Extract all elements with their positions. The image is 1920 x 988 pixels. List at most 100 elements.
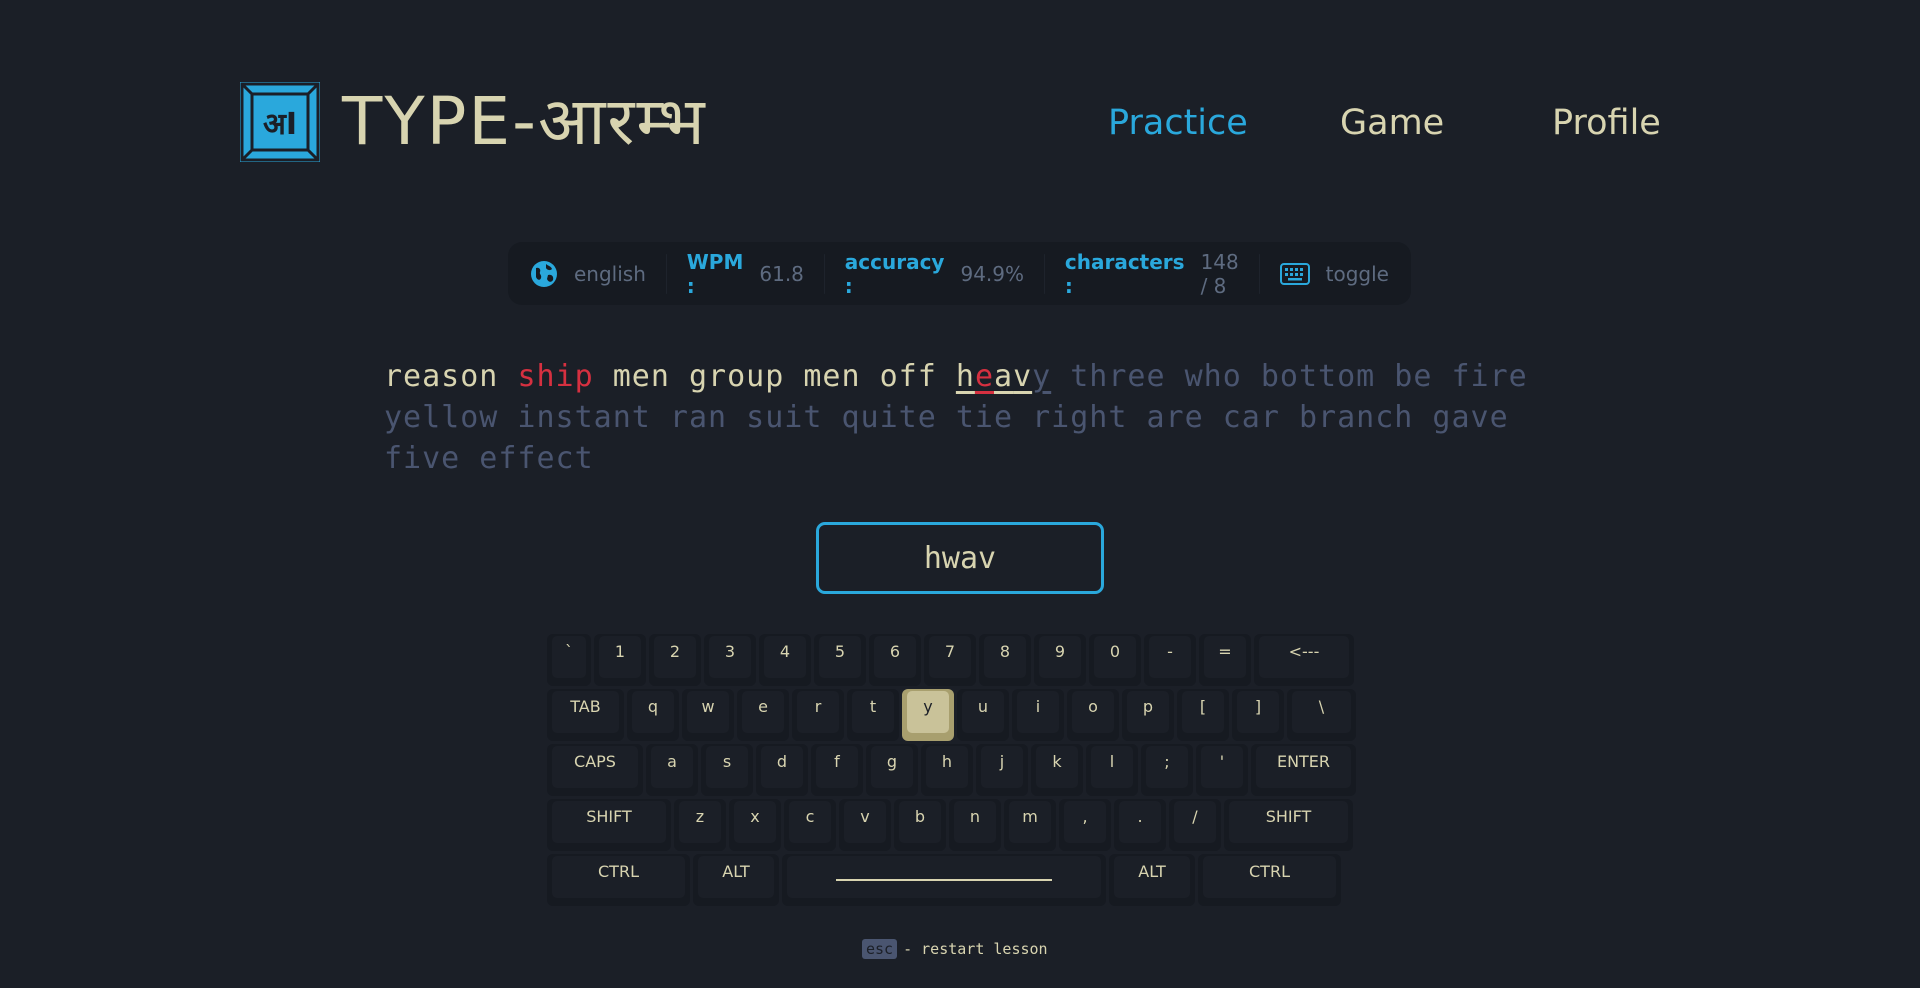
key-symbol[interactable]: - bbox=[1144, 634, 1196, 686]
restart-hint-text: - restart lesson bbox=[903, 940, 1048, 958]
key-s[interactable]: s bbox=[701, 744, 753, 796]
key-p[interactable]: p bbox=[1122, 689, 1174, 741]
key-y[interactable]: y bbox=[902, 689, 954, 741]
nav-practice[interactable]: Practice bbox=[1108, 98, 1248, 148]
key-z[interactable]: z bbox=[674, 799, 726, 851]
key-e[interactable]: e bbox=[737, 689, 789, 741]
key-label: CTRL bbox=[1249, 862, 1290, 881]
typing-input[interactable] bbox=[816, 522, 1104, 594]
key-ctrl[interactable]: CTRL bbox=[1198, 854, 1341, 906]
key-label: t bbox=[869, 697, 877, 716]
key-7[interactable]: 7 bbox=[924, 634, 976, 686]
accuracy-label: accuracy : bbox=[844, 249, 945, 298]
key-shift[interactable]: SHIFT bbox=[547, 799, 671, 851]
key-4[interactable]: 4 bbox=[759, 634, 811, 686]
key-label: ENTER bbox=[1276, 752, 1331, 771]
key-ctrl[interactable]: CTRL bbox=[547, 854, 690, 906]
key-alt[interactable]: ALT bbox=[1109, 854, 1195, 906]
key-9[interactable]: 9 bbox=[1034, 634, 1086, 686]
logo[interactable]: अI bbox=[240, 82, 320, 162]
key-symbol[interactable]: <--- bbox=[1254, 634, 1354, 686]
nav-game[interactable]: Game bbox=[1340, 98, 1444, 148]
key-tab[interactable]: TAB bbox=[547, 689, 624, 741]
app-title[interactable]: TYPE-आरम्भ bbox=[342, 80, 707, 164]
key-m[interactable]: m bbox=[1004, 799, 1056, 851]
key-label: 3 bbox=[724, 642, 736, 661]
key-symbol[interactable]: ] bbox=[1232, 689, 1284, 741]
keyboard-toggle[interactable]: toggle bbox=[1260, 242, 1389, 305]
key-t[interactable]: t bbox=[847, 689, 899, 741]
key-label: z bbox=[695, 807, 705, 826]
key-h[interactable]: h bbox=[921, 744, 973, 796]
language-selector[interactable]: english bbox=[530, 242, 666, 305]
key-symbol[interactable]: = bbox=[1199, 634, 1251, 686]
key-j[interactable]: j bbox=[976, 744, 1028, 796]
key-symbol[interactable]: / bbox=[1169, 799, 1221, 851]
key-symbol[interactable]: ; bbox=[1141, 744, 1193, 796]
key-label: 5 bbox=[834, 642, 846, 661]
key-alt[interactable]: ALT bbox=[693, 854, 779, 906]
key-symbol[interactable]: , bbox=[1059, 799, 1111, 851]
key-8[interactable]: 8 bbox=[979, 634, 1031, 686]
key-u[interactable]: u bbox=[957, 689, 1009, 741]
key-q[interactable]: q bbox=[627, 689, 679, 741]
key-label: v bbox=[860, 807, 870, 826]
key-c[interactable]: c bbox=[784, 799, 836, 851]
key-i[interactable]: i bbox=[1012, 689, 1064, 741]
key-label: 8 bbox=[999, 642, 1011, 661]
key-o[interactable]: o bbox=[1067, 689, 1119, 741]
key-a[interactable]: a bbox=[646, 744, 698, 796]
typed-word: group bbox=[689, 359, 785, 394]
key-label: e bbox=[758, 697, 768, 716]
key-label: <--- bbox=[1288, 642, 1320, 661]
key-label: 0 bbox=[1109, 642, 1121, 661]
key-d[interactable]: d bbox=[756, 744, 808, 796]
key-n[interactable]: n bbox=[949, 799, 1001, 851]
key-2[interactable]: 2 bbox=[649, 634, 701, 686]
lesson-text: reason ship men group men off heavy thre… bbox=[384, 356, 1544, 479]
key-symbol[interactable]: \ bbox=[1287, 689, 1356, 741]
key-enter[interactable]: ENTER bbox=[1251, 744, 1356, 796]
key-v[interactable]: v bbox=[839, 799, 891, 851]
key-r[interactable]: r bbox=[792, 689, 844, 741]
key-symbol[interactable]: . bbox=[1114, 799, 1166, 851]
key-label: o bbox=[1088, 697, 1098, 716]
stats-bar: english WPM : 61.8 accuracy : 94.9% char… bbox=[508, 242, 1411, 305]
key-symbol[interactable]: ` bbox=[547, 634, 591, 686]
nav-profile[interactable]: Profile bbox=[1552, 98, 1661, 148]
key-6[interactable]: 6 bbox=[869, 634, 921, 686]
toggle-label: toggle bbox=[1325, 261, 1389, 286]
key-label: b bbox=[914, 807, 926, 826]
key-label: ` bbox=[565, 642, 573, 661]
key-label: SHIFT bbox=[586, 807, 632, 826]
key-f[interactable]: f bbox=[811, 744, 863, 796]
key-label: [ bbox=[1199, 697, 1207, 716]
key-b[interactable]: b bbox=[894, 799, 946, 851]
key-label: u bbox=[977, 697, 989, 716]
key-shift[interactable]: SHIFT bbox=[1224, 799, 1353, 851]
key-5[interactable]: 5 bbox=[814, 634, 866, 686]
key-space[interactable] bbox=[782, 854, 1106, 906]
key-1[interactable]: 1 bbox=[594, 634, 646, 686]
key-l[interactable]: l bbox=[1086, 744, 1138, 796]
key-label: ' bbox=[1219, 752, 1225, 771]
key-x[interactable]: x bbox=[729, 799, 781, 851]
key-label: y bbox=[923, 697, 933, 716]
keyboard-row: SHIFT z x c v b n m,. / SHIFT bbox=[547, 799, 1373, 851]
key-label: ALT bbox=[1138, 862, 1166, 881]
keyboard-row: CAPS a s d f g h j k l; ' ENTER bbox=[547, 744, 1373, 796]
key-w[interactable]: w bbox=[682, 689, 734, 741]
key-label: s bbox=[722, 752, 732, 771]
key-symbol[interactable]: [ bbox=[1177, 689, 1229, 741]
key-g[interactable]: g bbox=[866, 744, 918, 796]
key-3[interactable]: 3 bbox=[704, 634, 756, 686]
key-label: - bbox=[1167, 642, 1173, 661]
key-symbol[interactable]: ' bbox=[1196, 744, 1248, 796]
key-label: f bbox=[834, 752, 840, 771]
wpm-stat: WPM : 61.8 bbox=[667, 242, 824, 305]
key-label: 1 bbox=[614, 642, 626, 661]
key-caps[interactable]: CAPS bbox=[547, 744, 643, 796]
key-k[interactable]: k bbox=[1031, 744, 1083, 796]
key-0[interactable]: 0 bbox=[1089, 634, 1141, 686]
logo-glyph: अI bbox=[262, 106, 298, 142]
